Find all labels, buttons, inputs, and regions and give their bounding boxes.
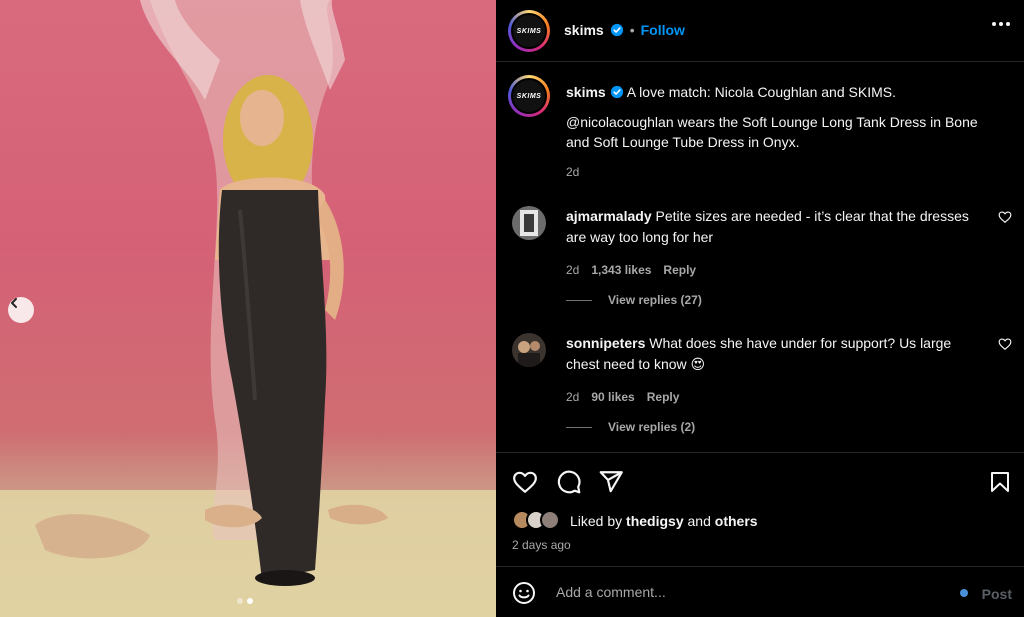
author-avatar[interactable]: SKIMS: [508, 10, 550, 52]
liked-by-prefix: Liked by: [570, 513, 623, 529]
post-caption: skims A love match: Nicola Coughlan and …: [566, 82, 986, 182]
carousel-dot-active: [247, 598, 253, 604]
post-header: SKIMS skims • Follow: [496, 0, 1024, 62]
comment-composer: Post: [496, 566, 1024, 617]
status-dot: [960, 589, 968, 597]
liker-avatar: [540, 510, 560, 530]
more-options-button[interactable]: [992, 22, 1010, 26]
header-user-row: skims • Follow: [564, 22, 685, 38]
liked-by-others[interactable]: others: [715, 513, 758, 529]
carousel-dot: [237, 598, 243, 604]
replies-divider-line: [566, 299, 592, 301]
chevron-left-icon: [11, 298, 17, 308]
comment-meta: 2d 90 likes Reply: [566, 387, 976, 408]
caption-time: 2d: [566, 165, 580, 179]
comment-username[interactable]: sonnipeters: [566, 335, 645, 351]
comment-like-heart-icon[interactable]: [998, 210, 1012, 224]
reply-button[interactable]: Reply: [663, 260, 696, 281]
comment-time: 2d: [566, 263, 580, 277]
carousel-indicator: [237, 598, 253, 604]
comment-like-heart-icon[interactable]: [998, 337, 1012, 351]
comment-icon[interactable]: [556, 469, 582, 495]
post-media[interactable]: [0, 0, 496, 617]
previous-slide-button[interactable]: [8, 297, 34, 323]
commenter-avatar[interactable]: [512, 206, 546, 240]
author-username[interactable]: skims: [564, 22, 604, 38]
post-button[interactable]: Post: [982, 586, 1012, 602]
follow-button[interactable]: Follow: [641, 22, 685, 38]
replies-divider-line: [566, 426, 592, 428]
comment-username[interactable]: ajmarmalady: [566, 208, 652, 224]
emoji-icon[interactable]: [512, 581, 536, 605]
more-icon: [992, 22, 996, 26]
comment-likes[interactable]: 90 likes: [591, 387, 634, 408]
post-actions: [496, 452, 1024, 512]
comment-body: ajmarmalady Petite sizes are needed - it…: [566, 206, 976, 281]
author-avatar-logo: SKIMS: [511, 13, 547, 49]
caption-author-avatar[interactable]: SKIMS: [508, 75, 550, 117]
comment-time: 2d: [566, 390, 580, 404]
post-photo: [0, 0, 496, 617]
commenter-avatar[interactable]: [512, 333, 546, 367]
liked-by-and: and: [687, 513, 711, 529]
heart-icon[interactable]: [512, 469, 538, 495]
send-icon[interactable]: [598, 469, 624, 495]
view-replies-label: View replies (2): [608, 420, 696, 434]
caption-line-1: A love match: Nicola Coughlan and SKIMS.: [626, 84, 896, 100]
verified-badge-icon: [610, 23, 623, 37]
bookmark-icon[interactable]: [988, 469, 1012, 495]
likes-summary: Liked by thedigsy and others: [512, 510, 758, 532]
caption-username[interactable]: skims: [566, 84, 606, 100]
post-age: 2 days ago: [512, 538, 571, 552]
view-replies-label: View replies (27): [608, 293, 702, 307]
liker-avatars[interactable]: [512, 510, 568, 532]
comment-meta: 2d 1,343 likes Reply: [566, 260, 976, 281]
comment-input[interactable]: [556, 581, 936, 603]
caption-avatar-logo: SKIMS: [511, 78, 547, 114]
caption-line-2: @nicolacoughlan wears the Soft Lounge Lo…: [566, 114, 978, 150]
view-replies-button[interactable]: View replies (2): [566, 420, 695, 434]
comment-likes[interactable]: 1,343 likes: [591, 260, 651, 281]
reply-button[interactable]: Reply: [647, 387, 680, 408]
liked-by-user[interactable]: thedigsy: [626, 513, 684, 529]
verified-badge-icon: [610, 85, 623, 99]
heart-eyes-emoji: 😍: [690, 356, 706, 372]
view-replies-button[interactable]: View replies (27): [566, 293, 702, 307]
comment-body: sonnipeters What does she have under for…: [566, 333, 976, 408]
post-details-panel: SKIMS skims • Follow SKIMS skims A love …: [496, 0, 1024, 617]
separator-dot: •: [629, 22, 635, 38]
